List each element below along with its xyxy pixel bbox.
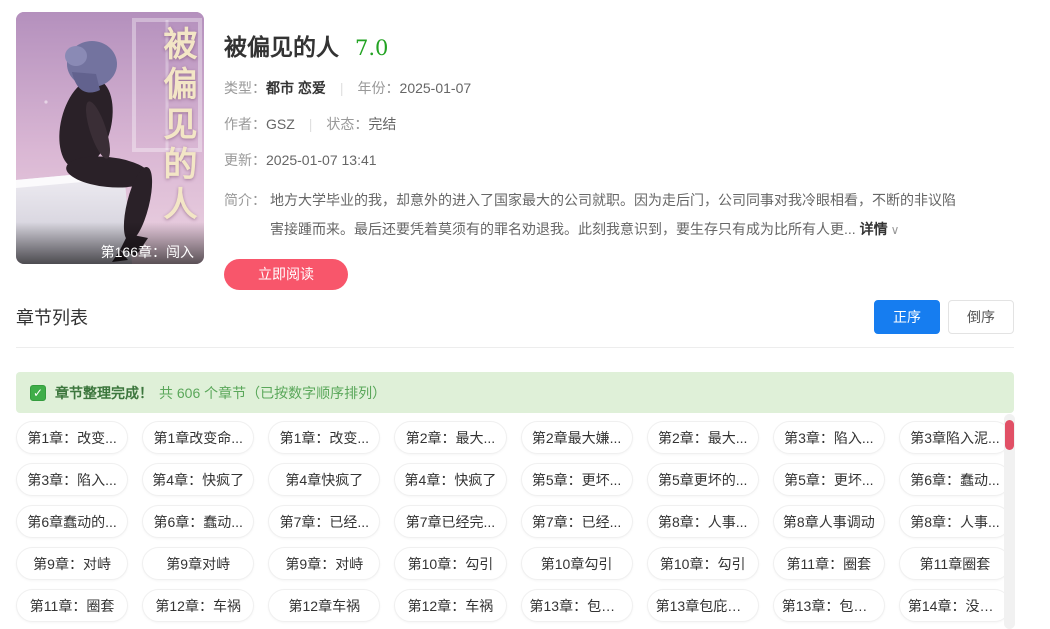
chapter-section-title: 章节列表 — [16, 304, 88, 330]
chapter-link[interactable]: 第6章：蠢动... — [899, 463, 1011, 496]
chapter-link[interactable]: 第14章：没有... — [899, 589, 1011, 622]
notice-title: 章节整理完成！ — [55, 383, 153, 403]
year-label: 年份： — [358, 80, 400, 96]
type-label: 类型： — [224, 80, 266, 96]
cover-vertical-title: 被偏见的人 — [160, 26, 194, 251]
chapter-link[interactable]: 第12章车祸 — [268, 589, 380, 622]
chapter-link[interactable]: 第8章：人事... — [647, 505, 759, 538]
type-value[interactable]: 都市 恋爱 — [266, 80, 326, 96]
book-info: 被偏见的人 7.0 类型：都市 恋爱 | 年份：2025-01-07 作者：GSZ |… — [204, 12, 1014, 290]
sort-ascending-button[interactable]: 正序 — [874, 300, 940, 334]
chapter-notice-bar: ✓ 章节整理完成！ 共 606 个章节（已按数字顺序排列） — [16, 372, 1014, 413]
meta-separator: | — [309, 116, 313, 132]
chevron-down-icon[interactable]: ∨ — [891, 223, 900, 237]
chapter-link[interactable]: 第5章更坏的... — [647, 463, 759, 496]
intro-more-link[interactable]: 详情 — [860, 221, 888, 237]
intro-text: 地方大学毕业的我，却意外的进入了国家最大的公司就职。因为走后门，公司同事对我冷眼… — [270, 186, 962, 245]
chapter-link[interactable]: 第9章：对峙 — [268, 547, 380, 580]
meta-row-update: 更新：2025-01-07 13:41 — [224, 150, 1014, 170]
intro-label: 简介： — [224, 186, 270, 245]
chapter-link[interactable]: 第12章：车祸 — [142, 589, 254, 622]
chapter-link[interactable]: 第2章：最大... — [647, 421, 759, 454]
update-value: 2025-01-07 13:41 — [266, 152, 377, 168]
meta-separator: | — [340, 80, 344, 96]
chapter-link[interactable]: 第12章：车祸 — [394, 589, 506, 622]
chapter-link[interactable]: 第8章：人事... — [899, 505, 1011, 538]
chapter-link[interactable]: 第7章：已经... — [521, 505, 633, 538]
chapter-link[interactable]: 第2章：最大... — [394, 421, 506, 454]
chapter-link[interactable]: 第9章对峙 — [142, 547, 254, 580]
sort-buttons: 正序 倒序 — [874, 300, 1014, 334]
chapter-link[interactable]: 第3章陷入泥... — [899, 421, 1011, 454]
status-value: 完结 — [368, 116, 396, 132]
meta-row-type-year: 类型：都市 恋爱 | 年份：2025-01-07 — [224, 78, 1014, 98]
read-now-button[interactable]: 立即阅读 — [224, 259, 348, 290]
book-cover[interactable]: 被偏见的人 第166章：闯入 — [16, 12, 204, 264]
chapter-link[interactable]: 第5章：更坏... — [521, 463, 633, 496]
chapter-list-header: 章节列表 正序 倒序 — [16, 300, 1014, 334]
chapter-link[interactable]: 第7章：已经... — [268, 505, 380, 538]
chapter-link[interactable]: 第13章包庇的... — [647, 589, 759, 622]
book-detail-page: 被偏见的人 第166章：闯入 被偏见的人 7.0 类型：都市 恋爱|年份：202… — [0, 0, 1050, 629]
chapter-link[interactable]: 第10章：勾引 — [394, 547, 506, 580]
chapter-link[interactable]: 第2章最大嫌... — [521, 421, 633, 454]
chapter-link[interactable]: 第4章：快疯了 — [142, 463, 254, 496]
chapter-link[interactable]: 第11章：圈套 — [773, 547, 885, 580]
section-divider — [16, 347, 1014, 348]
chapter-link[interactable]: 第1章：改变... — [268, 421, 380, 454]
chapter-link[interactable]: 第13章：包庇... — [773, 589, 885, 622]
author-value[interactable]: GSZ — [266, 116, 295, 132]
chapter-link[interactable]: 第4章快疯了 — [268, 463, 380, 496]
book-rating: 7.0 — [355, 36, 388, 60]
intro-row: 简介： 地方大学毕业的我，却意外的进入了国家最大的公司就职。因为走后门，公司同事… — [224, 186, 1014, 245]
check-icon: ✓ — [30, 385, 46, 401]
chapter-link[interactable]: 第10章：勾引 — [647, 547, 759, 580]
chapter-grid: 第1章：改变... 第1章改变命... 第1章：改变... 第2章：最大... … — [16, 421, 1011, 622]
chapter-link[interactable]: 第3章：陷入... — [16, 463, 128, 496]
year-value: 2025-01-07 — [400, 80, 472, 96]
notice-detail: 共 606 个章节（已按数字顺序排列） — [159, 383, 386, 403]
cover-latest-chapter: 第166章：闯入 — [16, 222, 204, 264]
chapter-link[interactable]: 第8章人事调动 — [773, 505, 885, 538]
status-label: 状态： — [326, 116, 368, 132]
chapter-link[interactable]: 第1章：改变... — [16, 421, 128, 454]
chapter-link[interactable]: 第4章：快疯了 — [394, 463, 506, 496]
book-title: 被偏见的人 — [224, 28, 339, 62]
chapter-link[interactable]: 第6章蠢动的... — [16, 505, 128, 538]
meta-row-author-status: 作者：GSZ | 状态：完结 — [224, 114, 1014, 134]
chapter-link[interactable]: 第11章圈套 — [899, 547, 1011, 580]
book-detail-section: 被偏见的人 第166章：闯入 被偏见的人 7.0 类型：都市 恋爱|年份：202… — [16, 12, 1014, 290]
chapter-link[interactable]: 第6章：蠢动... — [142, 505, 254, 538]
chapter-link[interactable]: 第10章勾引 — [521, 547, 633, 580]
sort-descending-button[interactable]: 倒序 — [948, 300, 1014, 334]
chapter-link[interactable]: 第7章已经完... — [394, 505, 506, 538]
chapter-link[interactable]: 第13章：包庇... — [521, 589, 633, 622]
chapter-scrollbar-thumb[interactable] — [1005, 420, 1014, 450]
chapter-link[interactable]: 第11章：圈套 — [16, 589, 128, 622]
author-label: 作者： — [224, 116, 266, 132]
chapter-link[interactable]: 第1章改变命... — [142, 421, 254, 454]
chapter-link[interactable]: 第9章：对峙 — [16, 547, 128, 580]
chapter-link[interactable]: 第5章：更坏... — [773, 463, 885, 496]
chapter-link[interactable]: 第3章：陷入... — [773, 421, 885, 454]
update-label: 更新： — [224, 152, 266, 168]
